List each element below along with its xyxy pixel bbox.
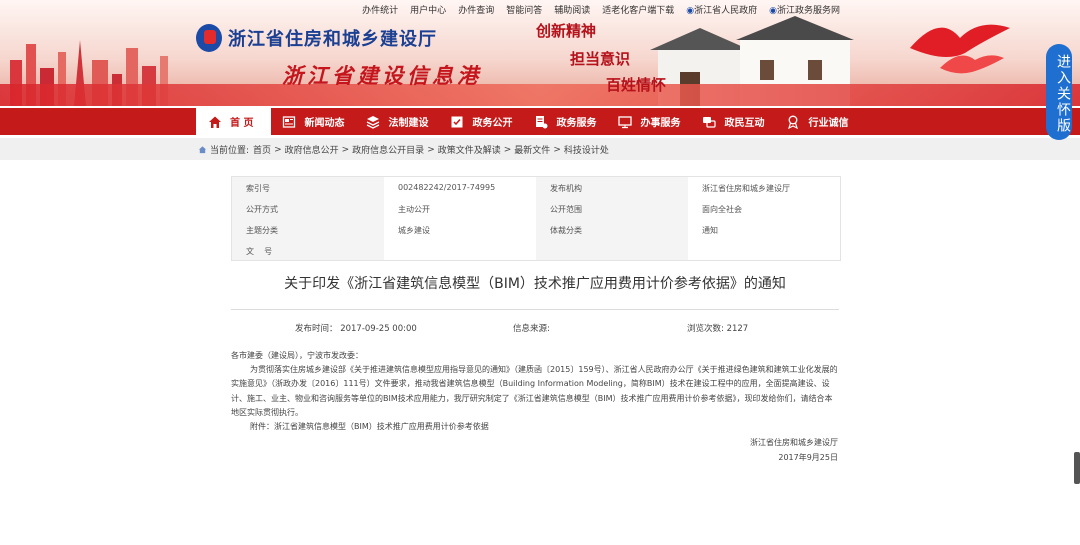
meta-genre-label: 体裁分类 (550, 226, 582, 235)
nav-services[interactable]: 办事服务 (607, 108, 691, 135)
slogan-people: 百姓情怀 (606, 76, 667, 94)
news-icon (283, 115, 296, 128)
document-body: 各市建委（建设局），宁波市发改委： 为贯彻落实住房城乡建设部《关于推进建筑信息模… (231, 349, 839, 434)
breadcrumb-item-latest[interactable]: 最新文件 (514, 143, 550, 156)
meta-topic-value: 城乡建设 (398, 226, 430, 235)
signature-date: 2017年9月25日 (778, 453, 838, 462)
nav-home[interactable]: 首 页 (196, 108, 272, 135)
site-logo[interactable]: 浙江省住房和城乡建设厅 (196, 24, 437, 52)
meta-value-col-1: 002482242/2017-74995 主动公开 城乡建设 (384, 177, 536, 260)
document-meta-table: 索引号 公开方式 主题分类 文 号 002482242/2017-74995 主… (231, 176, 841, 261)
title-divider (231, 309, 839, 310)
nav-gov-services[interactable]: 政务服务 (523, 108, 607, 135)
care-mode-button[interactable]: 进入关怀版 (1046, 44, 1072, 140)
breadcrumb-bar: 当前位置: 首页 > 政府信息公开 > 政府信息公开目录 > 政策文件及解读 >… (0, 138, 1080, 160)
checklist-icon (451, 116, 463, 127)
salutation: 各市建委（建设局），宁波市发改委： (231, 351, 363, 360)
meta-value-col-2: 浙江省住房和城乡建设厅 面向全社会 通知 (688, 177, 840, 260)
top-link-query[interactable]: 办件查询 (458, 3, 494, 16)
layers-icon (367, 115, 380, 129)
nav-news[interactable]: 新闻动态 (271, 108, 355, 135)
top-link-reading-aid[interactable]: 辅助阅读 (554, 3, 590, 16)
nav-interaction[interactable]: 政民互动 (691, 108, 775, 135)
page-scrollbar[interactable] (1074, 452, 1080, 484)
service-globe-icon: ◉ (769, 6, 777, 16)
top-link-zj-service[interactable]: ◉浙江政务服务网 (769, 3, 840, 16)
breadcrumb-item-catalog[interactable]: 政府信息公开目录 (352, 143, 424, 156)
nav-gov-affairs[interactable]: 政务公开 (439, 108, 523, 135)
chat-icon (703, 116, 717, 128)
top-link-zj-gov[interactable]: ◉浙江省人民政府 (686, 3, 757, 16)
site-header: 办件统计 用户中心 办件查询 智能问答 辅助阅读 适老化客户端下载 ◉浙江省人民… (0, 0, 1080, 106)
nav-integrity[interactable]: 行业诚信 (775, 108, 859, 135)
medal-icon (788, 115, 799, 129)
meta-topic-label: 主题分类 (246, 226, 278, 235)
top-link-qa[interactable]: 智能问答 (506, 3, 542, 16)
monitor-icon (618, 115, 633, 128)
signature-org: 浙江省住房和城乡建设厅 (750, 438, 838, 447)
slogan-responsibility: 担当意识 (570, 50, 631, 68)
top-link-stats[interactable]: 办件统计 (362, 3, 398, 16)
view-count: 浏览次数: 2127 (687, 324, 749, 334)
meta-publisher-value: 浙江省住房和城乡建设厅 (702, 184, 790, 193)
site-slogan: 浙江省建设信息港 (282, 63, 482, 88)
breadcrumb-item-policy[interactable]: 政策文件及解读 (438, 143, 501, 156)
info-source: 信息来源: (513, 324, 550, 334)
breadcrumb-item-info-public[interactable]: 政府信息公开 (285, 143, 339, 156)
doves-graphic (910, 24, 1010, 74)
meta-method-label: 公开方式 (246, 205, 278, 214)
meta-publisher-label: 发布机构 (550, 184, 582, 193)
meta-method-value: 主动公开 (398, 205, 430, 214)
attachment-link[interactable]: 附件：浙江省建筑信息模型（BIM）技术推广应用费用计价参考依据 (231, 420, 839, 434)
breadcrumb: 当前位置: 首页 > 政府信息公开 > 政府信息公开目录 > 政策文件及解读 >… (198, 143, 609, 156)
meta-genre-value: 通知 (702, 226, 718, 235)
home-icon (209, 116, 221, 128)
publish-time: 发布时间： 2017-09-25 00:00 (295, 324, 417, 334)
meta-index-value: 002482242/2017-74995 (398, 183, 496, 192)
document-icon (536, 115, 548, 128)
department-logo-icon (196, 24, 222, 52)
meta-docno-label: 文 号 (246, 247, 273, 256)
meta-label-col-1: 索引号 公开方式 主题分类 文 号 (232, 177, 384, 260)
document-title: 关于印发《浙江省建筑信息模型（BIM）技术推广应用费用计价参考依据》的通知 (284, 276, 786, 292)
top-utility-links: 办件统计 用户中心 办件查询 智能问答 辅助阅读 适老化客户端下载 ◉浙江省人民… (362, 3, 840, 16)
meta-index-label: 索引号 (246, 184, 270, 193)
breadcrumb-item-tech-design[interactable]: 科技设计处 (564, 143, 609, 156)
meta-label-col-2: 发布机构 公开范围 体裁分类 (536, 177, 688, 260)
org-name: 浙江省住房和城乡建设厅 (228, 29, 437, 50)
meta-scope-label: 公开范围 (550, 205, 582, 214)
slogan-innovation: 创新精神 (536, 22, 597, 40)
top-link-app-download[interactable]: 适老化客户端下载 (602, 3, 674, 16)
meta-scope-value: 面向全社会 (702, 205, 742, 214)
breadcrumb-item-home[interactable]: 首页 (253, 143, 271, 156)
nav-legal[interactable]: 法制建设 (355, 108, 439, 135)
body-paragraph: 为贯彻落实住房城乡建设部《关于推进建筑信息模型应用指导意见的通知》（建质函〔20… (231, 365, 838, 417)
top-link-user-center[interactable]: 用户中心 (410, 3, 446, 16)
location-home-icon (198, 146, 207, 154)
gov-globe-icon: ◉ (686, 6, 695, 16)
header-red-band (0, 84, 1080, 106)
main-nav: 首 页 新闻动态 法制建设 政务公开 政务服务 办事服务 政民互动 行业诚信 (0, 108, 1080, 135)
